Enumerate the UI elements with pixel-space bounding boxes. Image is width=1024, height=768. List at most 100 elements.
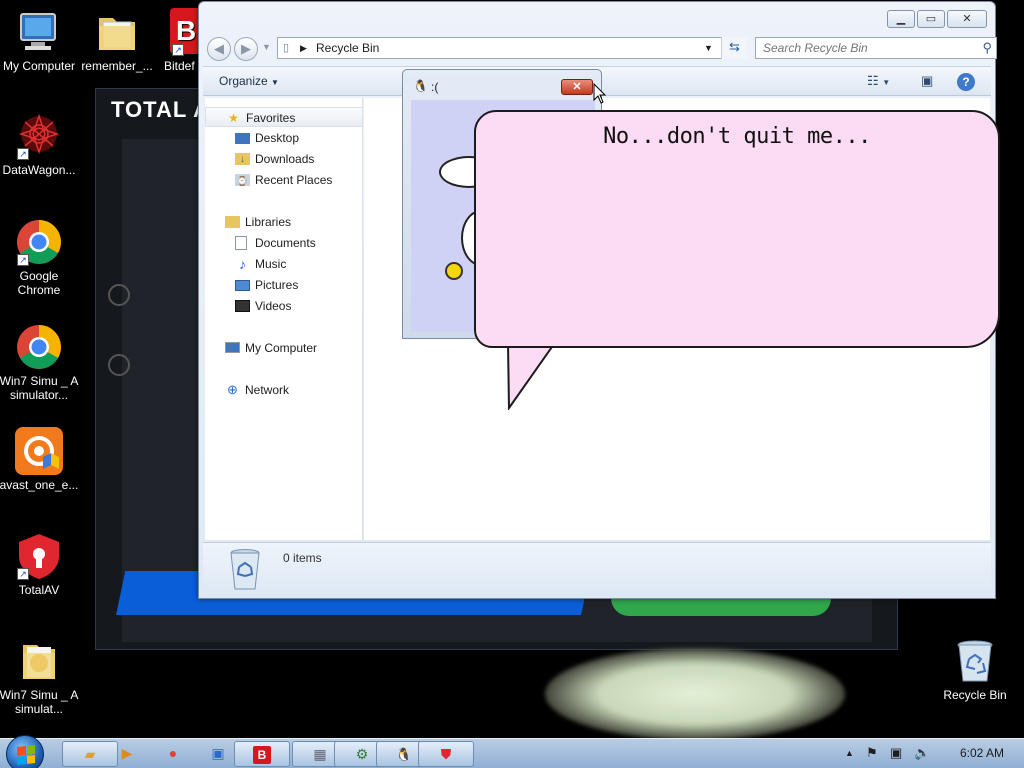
desktop-icon-google-chrome[interactable]: ↗ Google Chrome — [0, 218, 81, 297]
nav-item-recent-places[interactable]: ⌚ Recent Places — [205, 170, 363, 190]
taskbar-chrome[interactable]: ● — [160, 741, 186, 767]
totalav-icon: ↗ — [15, 532, 63, 580]
desktop-icon-recycle-bin[interactable]: Recycle Bin — [933, 637, 1017, 702]
desktop-icon-label: Win7 Simu _ A simulat... — [0, 688, 79, 716]
breadcrumb-arrow-icon[interactable]: ▶ — [300, 43, 307, 54]
refresh-button[interactable]: ⇆ — [721, 37, 747, 59]
nav-label: Music — [255, 257, 287, 271]
desktop-icon-win7-simu-folder[interactable]: Win7 Simu _ A simulat... — [0, 637, 81, 716]
nav-label: Network — [245, 383, 290, 397]
star-icon: ★ — [228, 111, 239, 125]
taskbar-totalav[interactable]: ⛊ — [418, 741, 474, 767]
videos-icon — [235, 300, 250, 312]
back-button[interactable]: ◀ — [207, 37, 231, 61]
forward-button[interactable]: ▶ — [234, 37, 258, 61]
app-window-icon: ▦ — [313, 746, 327, 762]
taskbar-remote-desktop[interactable]: ▣ — [205, 741, 231, 767]
datawagon-icon: ↗ — [15, 112, 63, 160]
search-input[interactable] — [756, 38, 956, 58]
search-box[interactable]: ⚲ — [755, 37, 997, 59]
nav-item-videos[interactable]: Videos — [205, 296, 363, 316]
shortcut-arrow-icon: ↗ — [172, 44, 184, 56]
media-player-icon: ▶ — [121, 745, 133, 761]
app-icon: 🐧 — [413, 79, 428, 93]
navigation-bar: ◀ ▶ ▼ ▯ ▶ Recycle Bin ▼ ⇆ ⚲ — [207, 35, 997, 61]
yellow-dot — [445, 262, 463, 280]
windows-logo-icon — [17, 745, 35, 765]
nav-item-downloads[interactable]: ↓ Downloads — [205, 149, 363, 169]
nav-item-favorites[interactable]: ★ Favorites — [205, 107, 363, 127]
network-tray-icon[interactable]: ▣ — [890, 745, 902, 761]
action-center-flag-icon[interactable]: ⚑ — [866, 745, 878, 761]
nav-item-network[interactable]: ⊕ Network — [205, 380, 363, 400]
nav-label: Favorites — [246, 111, 296, 125]
nav-item-desktop[interactable]: Desktop — [205, 128, 363, 148]
documents-icon — [235, 236, 247, 250]
speech-bubble-text: No...don't quit me... — [603, 124, 871, 149]
taskbar-media-player[interactable]: ▶ — [120, 741, 134, 767]
minimize-button[interactable]: ▁ — [887, 10, 915, 28]
nav-item-music[interactable]: ♪ Music — [205, 254, 363, 274]
avast-icon — [15, 427, 63, 475]
breadcrumb-recycle-bin[interactable]: Recycle Bin — [316, 41, 379, 55]
start-button[interactable] — [6, 735, 44, 768]
desktop-icon-label: Win7 Simu _ A simulator... — [0, 374, 79, 402]
taskbar: ▰ ▶ ● ▣ B ▦ ⚙ 🐧 ⛊ ▲ ⚑ ▣ 🔈 6:02 AM — [0, 735, 1024, 768]
address-dropdown-icon[interactable]: ▼ — [704, 43, 713, 53]
nav-item-pictures[interactable]: Pictures — [205, 275, 363, 295]
folder-icon: ▰ — [84, 746, 96, 762]
desktop-icon-label: remember_... — [81, 59, 153, 73]
chrome-icon — [15, 323, 63, 371]
computer-icon — [225, 342, 240, 353]
shortcut-arrow-icon: ↗ — [17, 254, 29, 266]
address-bar[interactable]: ▯ ▶ Recycle Bin ▼ — [277, 37, 747, 59]
remote-desktop-icon: ▣ — [211, 745, 225, 761]
taskbar-clock[interactable]: 6:02 AM — [960, 746, 1004, 760]
show-hidden-icons-chevron-icon[interactable]: ▲ — [845, 748, 854, 758]
totalav-nav-icon[interactable] — [108, 354, 130, 376]
nav-item-documents[interactable]: Documents — [205, 233, 363, 253]
totalav-icon: ⛊ — [440, 746, 452, 762]
bitdefender-icon: B — [253, 746, 271, 764]
background-glow-shape — [545, 648, 845, 740]
music-icon: ♪ — [239, 256, 246, 272]
view-options-icon[interactable]: ☷ ▼ — [867, 73, 890, 89]
libraries-icon — [225, 216, 240, 228]
desktop-icon-avast[interactable]: avast_one_e... — [0, 427, 81, 492]
desktop-icon-datawagon[interactable]: ↗ DataWagon... — [0, 112, 81, 177]
recent-pages-chevron-icon[interactable]: ▼ — [262, 42, 271, 52]
maximize-button[interactable]: ▭ — [917, 10, 945, 28]
desktop-icon-totalav[interactable]: ↗ TotalAV — [0, 532, 81, 597]
details-pane: 0 items — [203, 542, 991, 596]
search-icon[interactable]: ⚲ — [982, 40, 992, 56]
nav-label: Videos — [255, 299, 292, 313]
close-button[interactable]: ✕ — [561, 79, 593, 95]
desktop-icon-bitdefender[interactable]: B ↗ Bitdef — [152, 8, 198, 73]
totalav-nav-icon[interactable] — [108, 284, 130, 306]
folder-icon — [15, 637, 63, 685]
recycle-bin-icon — [227, 547, 263, 591]
recent-places-icon: ⌚ — [235, 174, 250, 186]
help-icon[interactable]: ? — [957, 73, 975, 91]
nav-item-libraries[interactable]: Libraries — [205, 212, 363, 232]
chrome-icon: ↗ — [15, 218, 63, 266]
desktop-icon-label: Bitdef — [164, 59, 195, 73]
taskbar-bitdefender[interactable]: B — [234, 741, 290, 767]
preview-pane-icon[interactable]: ▣ — [921, 73, 933, 89]
desktop-icon-win7-simu-chrome[interactable]: Win7 Simu _ A simulator... — [0, 323, 81, 402]
bitdefender-icon: B ↗ — [170, 8, 198, 56]
speech-bubble-tail — [506, 344, 556, 410]
mouse-cursor-icon — [593, 83, 607, 104]
desktop-icon-remember-folder[interactable]: remember_... — [75, 8, 159, 73]
chevron-down-icon: ▼ — [271, 78, 279, 87]
nav-item-my-computer[interactable]: My Computer — [205, 338, 363, 358]
organize-menu[interactable]: Organize ▼ — [219, 74, 279, 88]
desktop-icon-label: DataWagon... — [2, 163, 76, 177]
desktop-icon-my-computer[interactable]: My Computer — [0, 8, 81, 73]
volume-icon[interactable]: 🔈 — [914, 745, 930, 761]
close-button[interactable]: ✕ — [947, 10, 987, 28]
task-manager-icon: ⚙ — [355, 746, 369, 762]
taskbar-explorer[interactable]: ▰ — [62, 741, 118, 767]
shortcut-arrow-icon: ↗ — [17, 568, 29, 580]
desktop-icon-label: Recycle Bin — [943, 688, 1007, 702]
